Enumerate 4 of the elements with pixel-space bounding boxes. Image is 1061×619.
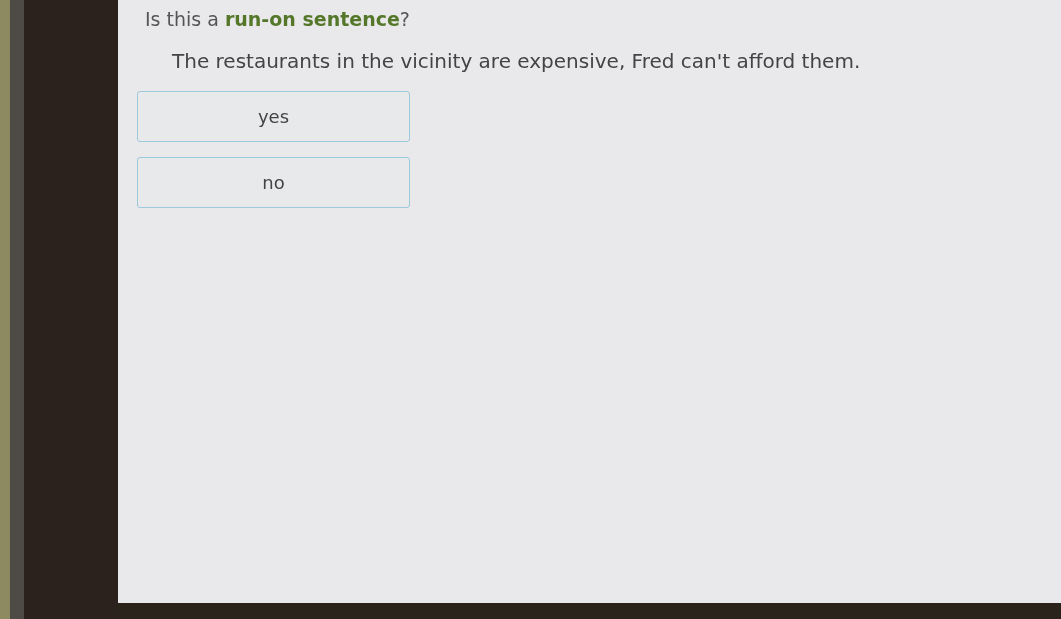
answer-choice[interactable]: yes — [137, 91, 410, 142]
question-prompt: Is this a run-on sentence? — [145, 7, 410, 31]
answer-choice[interactable]: no — [137, 157, 410, 208]
example-sentence: The restaurants in the vicinity are expensive, Fred can't afford them. — [172, 49, 861, 73]
